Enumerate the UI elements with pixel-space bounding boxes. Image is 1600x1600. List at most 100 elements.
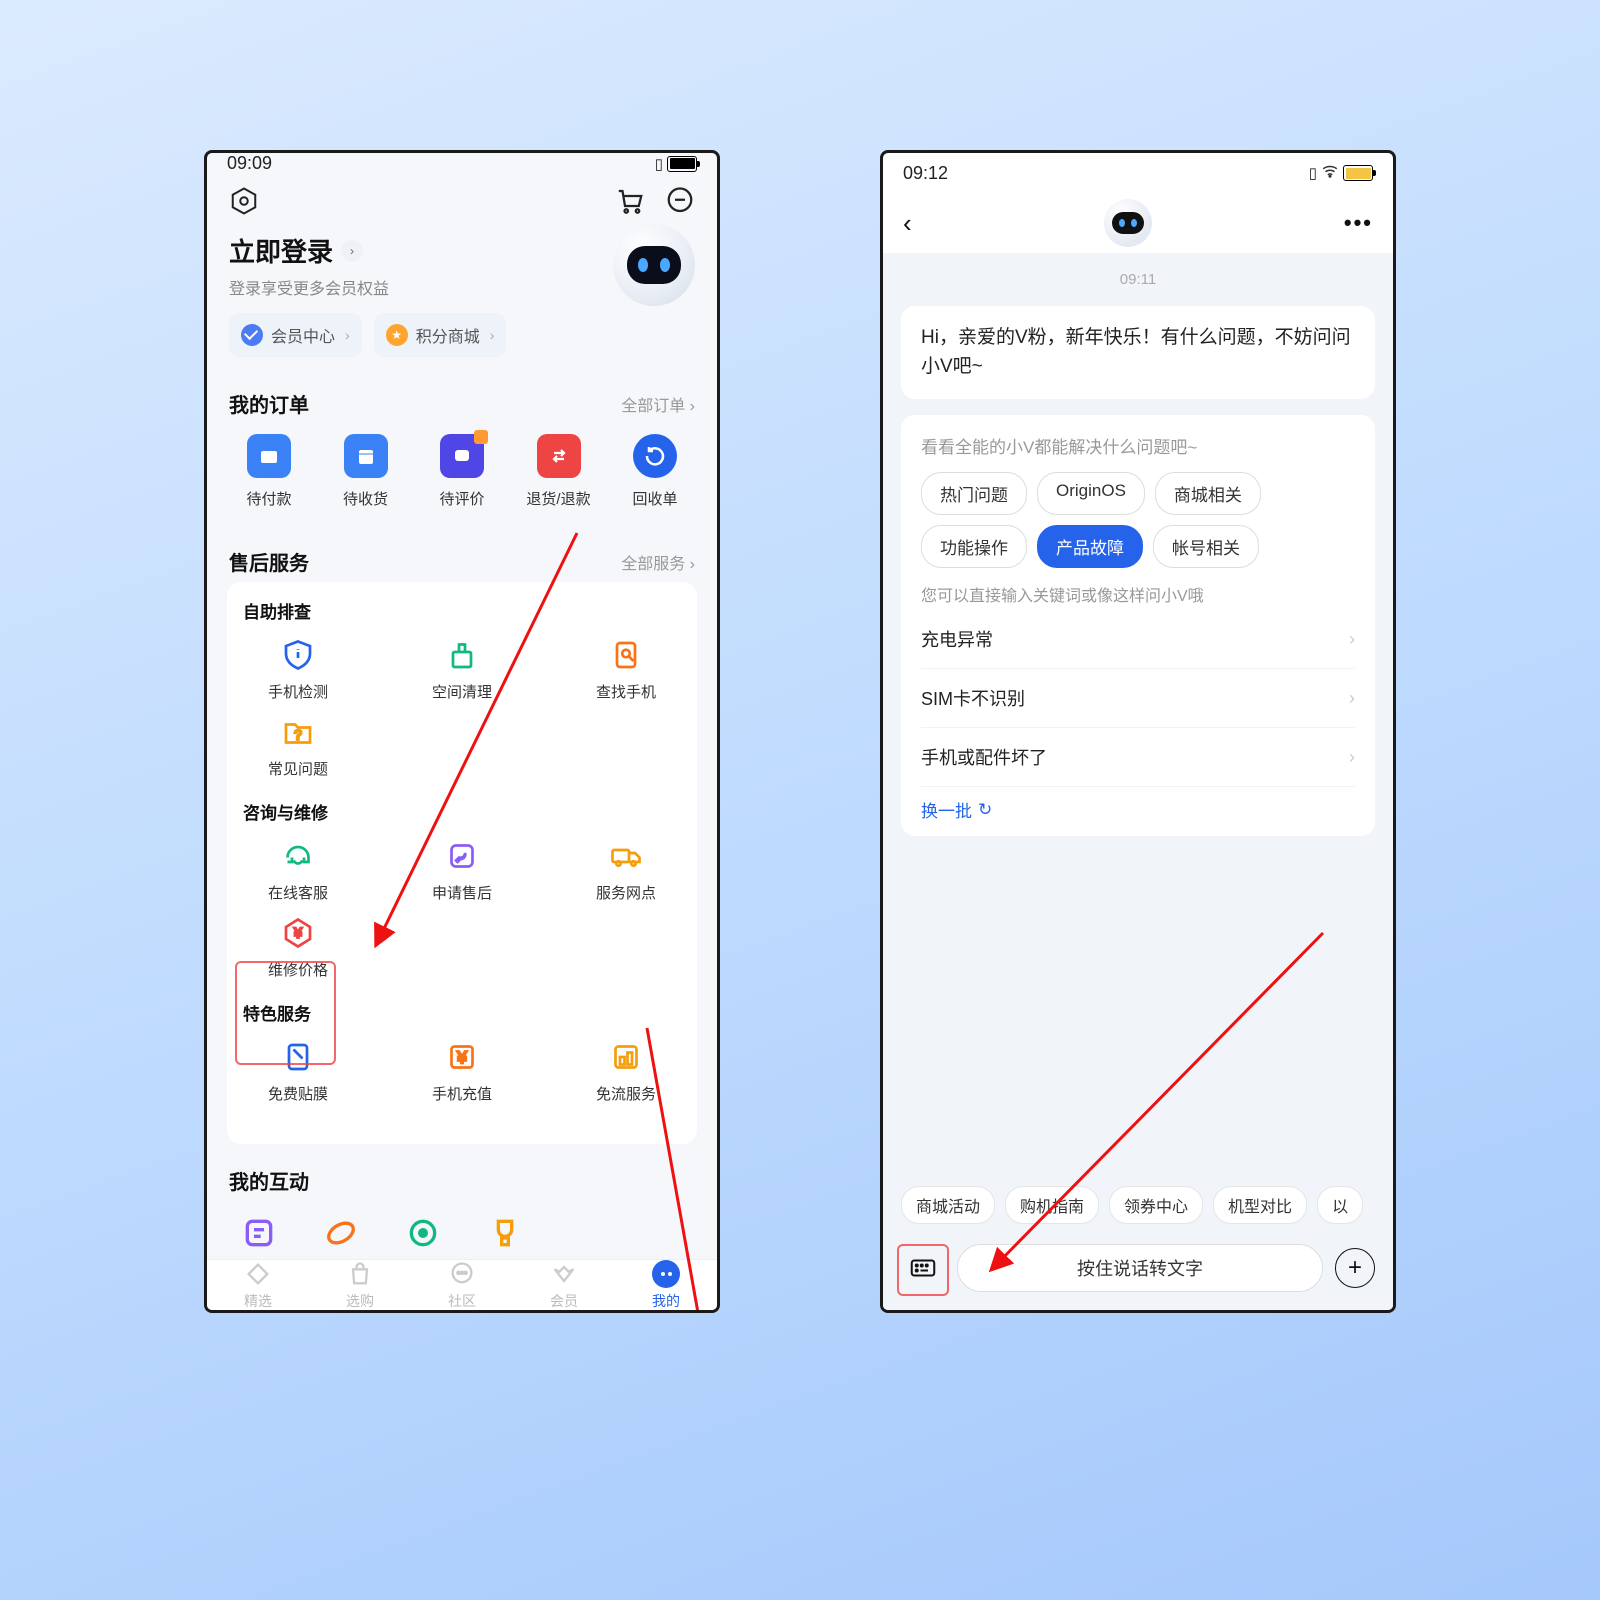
chevron-right-icon: › [1349,629,1355,650]
featured-title: 特色服务 [243,1000,681,1025]
film-icon [280,1039,316,1075]
post-icon[interactable] [239,1213,279,1253]
q-broken[interactable]: 手机或配件坏了› [921,728,1355,787]
status-bar: 09:12 ▯ [883,153,1393,193]
interact-icons [207,1201,717,1259]
status-time: 09:09 [227,153,272,174]
chip-mall[interactable]: 商城相关 [1155,472,1261,515]
card-hint2: 您可以直接输入关键词或像这样问小V哦 [921,582,1355,606]
input-bar: 按住说话转文字 + [883,1234,1393,1310]
help-card: 看看全能的小V都能解决什么问题吧~ 热门问题 OriginOS 商城相关 功能操… [901,415,1375,836]
order-pending-receive[interactable]: 待收货 [326,434,406,509]
points-mall-pill[interactable]: 积分商城 › [374,313,507,357]
svc-faq[interactable]: ?常见问题 [243,708,353,785]
chat-icon[interactable] [665,186,695,216]
svc-apply-after[interactable]: 申请售后 [407,832,517,909]
wifi-icon [1321,164,1339,182]
more-icon[interactable]: ••• [1344,210,1373,236]
chat-screen: 09:12 ▯ ‹ ••• 09:11 Hi，亲爱的V粉，新年快乐！有什么问题，… [880,150,1396,1313]
headset-icon [280,838,316,874]
battery-icon [667,156,697,172]
order-pending-pay[interactable]: 待付款 [229,434,309,509]
svc-repair-price[interactable]: ¥维修价格 [243,909,353,986]
sug-more[interactable]: 以 [1317,1186,1363,1224]
chip-fault[interactable]: 产品故障 [1037,525,1143,568]
chevron-right-icon: › [1349,747,1355,768]
data-icon [608,1039,644,1075]
svc-find-phone[interactable]: 查找手机 [571,631,681,708]
bot-avatar[interactable] [1104,199,1152,247]
chevron-right-icon: › [345,327,350,343]
nav-community[interactable]: 社区 [411,1260,513,1311]
svc-store[interactable]: 服务网点 [571,832,681,909]
wrench-icon [444,838,480,874]
sug-coupon[interactable]: 领券中心 [1109,1186,1203,1224]
service-card: 自助排查 手机检测 空间清理 查找手机 ?常见问题 咨询与维修 在线客服 申请售… [227,582,697,1144]
nav-member[interactable]: 会员 [513,1260,615,1311]
nav-mine[interactable]: 我的 [615,1260,717,1311]
settings-hex-icon[interactable] [229,186,259,216]
back-icon[interactable]: ‹ [903,208,912,239]
login-title[interactable]: 立即登录 [229,232,333,269]
svc-cleanup[interactable]: 空间清理 [407,631,517,708]
keyboard-icon[interactable] [901,1246,945,1290]
svc-free-data[interactable]: 免流服务 [571,1033,681,1110]
cart-icon[interactable] [615,186,645,216]
order-recycle[interactable]: 回收单 [615,434,695,509]
voice-input-button[interactable]: 按住说话转文字 [957,1244,1323,1292]
refresh-icon: ↻ [978,800,992,820]
login-block: 立即登录 › 登录享受更多会员权益 [207,228,717,313]
suggestion-row: 商城活动 购机指南 领券中心 机型对比 以 [883,1176,1393,1234]
sug-activity[interactable]: 商城活动 [901,1186,995,1224]
svc-online-cs[interactable]: 在线客服 [243,832,353,909]
chip-account[interactable]: 帐号相关 [1153,525,1259,568]
service-title: 售后服务 [229,547,309,576]
svg-text:¥: ¥ [456,1049,467,1067]
status-time: 09:12 [903,163,948,184]
status-bar: 09:09 ▯ [207,153,717,174]
battery-icon [1343,165,1373,181]
member-center-pill[interactable]: 会员中心 › [229,313,362,357]
all-service-link[interactable]: 全部服务 › [621,550,695,574]
interact-title: 我的互动 [229,1166,309,1195]
orders-title: 我的订单 [229,389,309,418]
consult-title: 咨询与维修 [243,799,681,824]
truck-icon [608,838,644,874]
search-phone-icon [608,637,644,673]
chip-function[interactable]: 功能操作 [921,525,1027,568]
nav-shop[interactable]: 选购 [309,1260,411,1311]
svc-phone-check[interactable]: 手机检测 [243,631,353,708]
star-badge-icon[interactable] [403,1213,443,1253]
svc-recharge[interactable]: ¥手机充值 [407,1033,517,1110]
star-icon [386,324,408,346]
top-bar [207,174,717,228]
price-hex-icon: ¥ [280,915,316,951]
trophy-icon[interactable] [485,1213,525,1253]
yen-icon: ¥ [444,1039,480,1075]
sug-compare[interactable]: 机型对比 [1213,1186,1307,1224]
order-refund[interactable]: 退货/退款 [519,434,599,509]
profile-screen: 09:09 ▯ 立即登录 › 登录享受更多会员权益 [204,150,720,1313]
broom-icon [444,637,480,673]
pill-icon[interactable] [321,1213,361,1253]
diamond-icon [241,324,263,346]
card-hint: 看看全能的小V都能解决什么问题吧~ [921,433,1355,458]
order-pending-review[interactable]: 待评价 [422,434,502,509]
member-center-label: 会员中心 [271,323,335,347]
q-sim[interactable]: SIM卡不识别› [921,669,1355,728]
topic-chips: 热门问题 OriginOS 商城相关 功能操作 产品故障 帐号相关 [921,472,1355,568]
sug-guide[interactable]: 购机指南 [1005,1186,1099,1224]
nav-featured[interactable]: 精选 [207,1260,309,1311]
refresh-link[interactable]: 换一批↻ [921,797,1355,822]
all-orders-link[interactable]: 全部订单 › [621,392,695,416]
svc-free-film[interactable]: 免费贴膜 [243,1033,353,1110]
shield-icon [280,637,316,673]
bot-avatar[interactable] [613,224,695,306]
chevron-right-icon[interactable]: › [341,240,363,262]
plus-icon[interactable]: + [1335,1248,1375,1288]
q-charging[interactable]: 充电异常› [921,610,1355,669]
chip-originos[interactable]: OriginOS [1037,472,1145,515]
timestamp: 09:11 [883,271,1393,288]
chip-hot[interactable]: 热门问题 [921,472,1027,515]
sim-icon: ▯ [1309,164,1317,182]
